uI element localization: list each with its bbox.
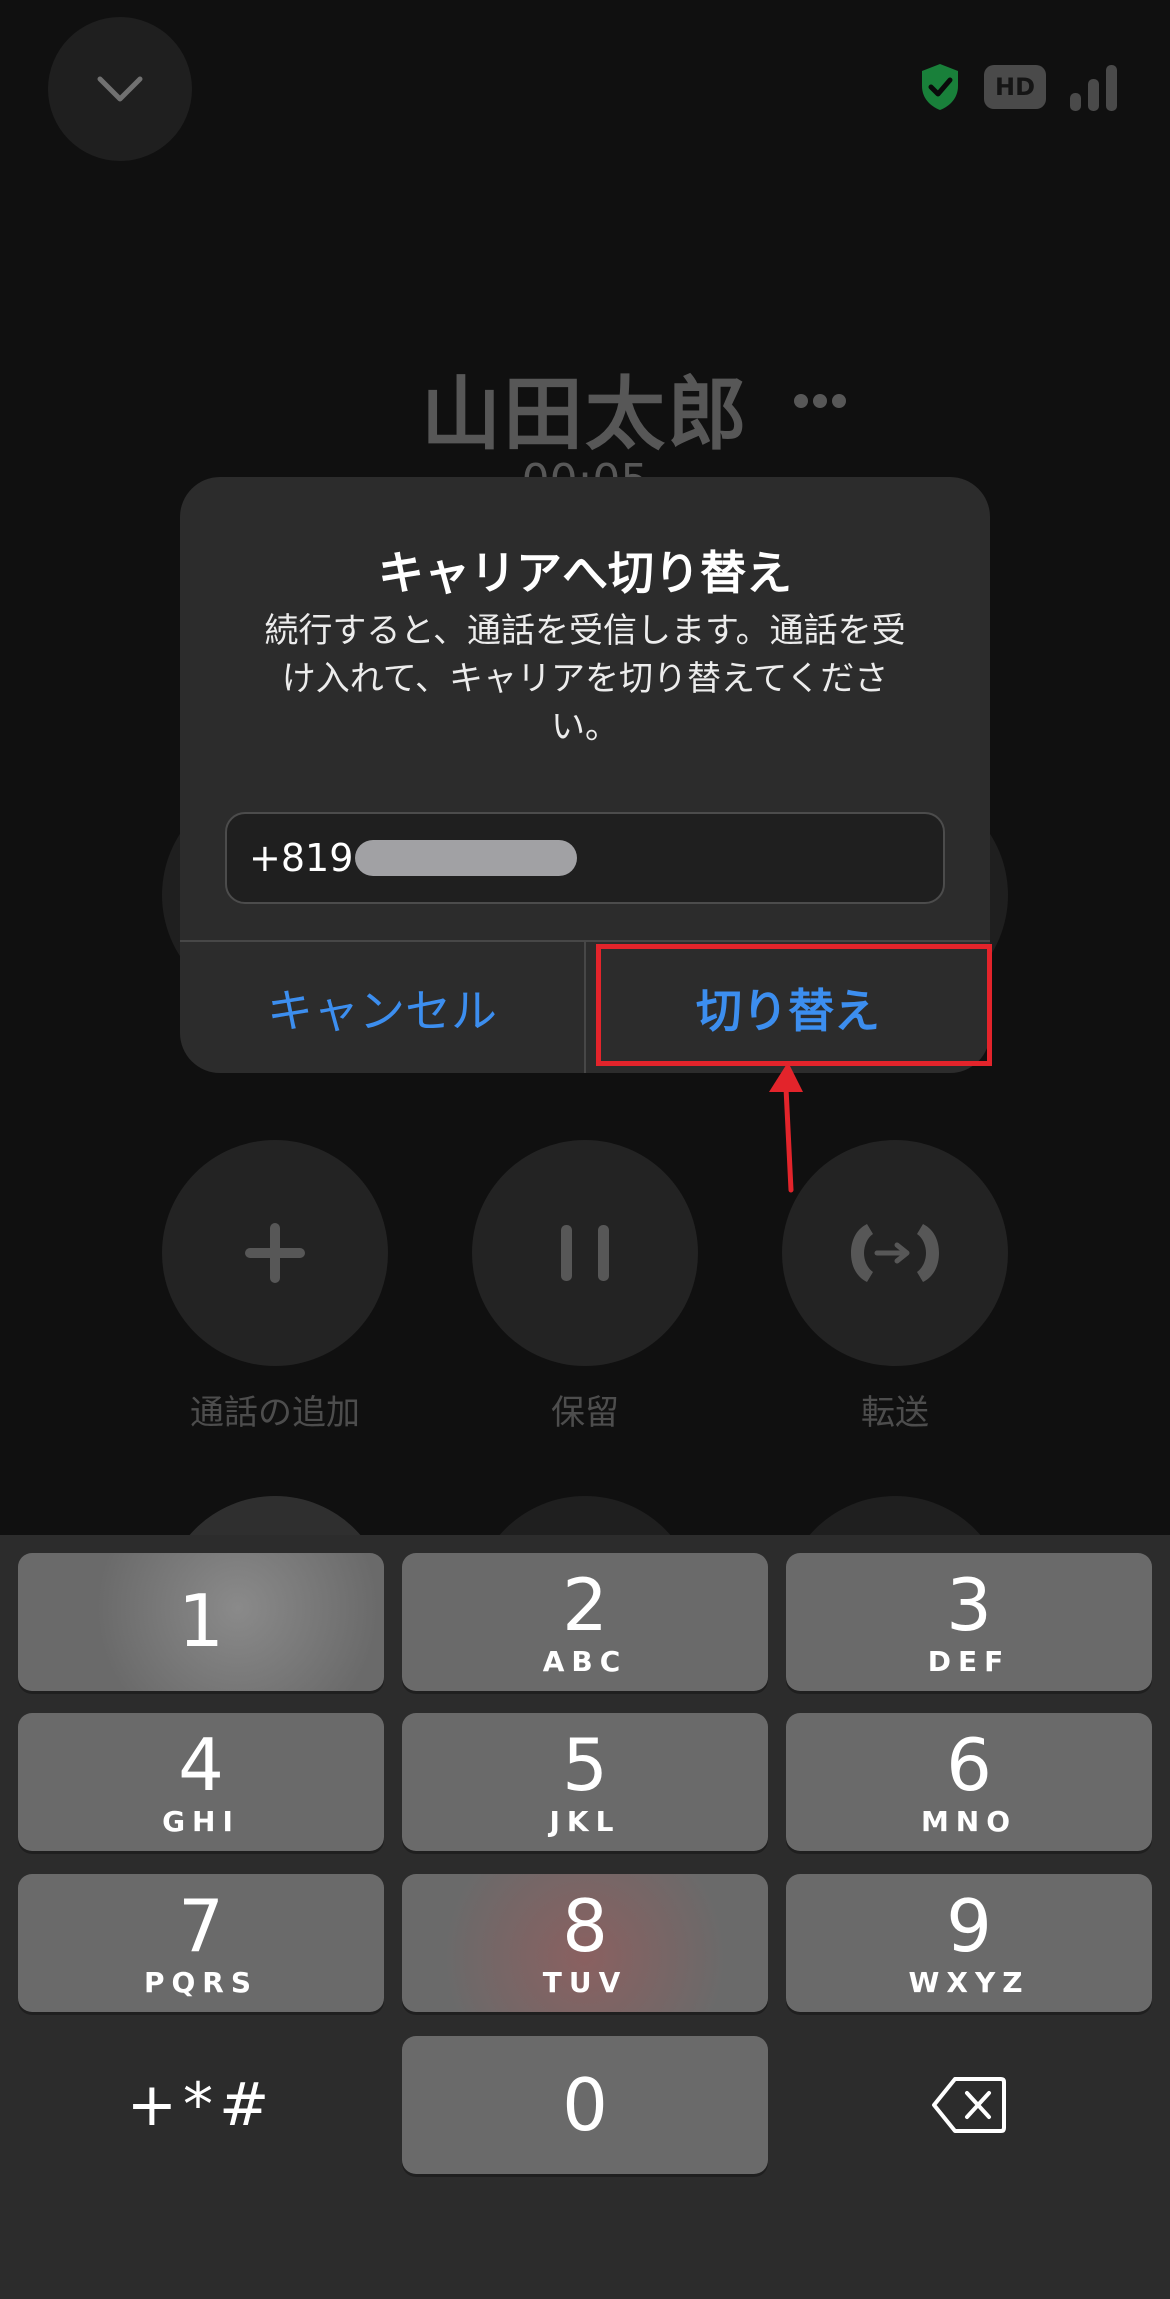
key-1[interactable]: 1 (18, 1553, 384, 1691)
symbols-key[interactable]: +*# (18, 2036, 384, 2174)
key-9[interactable]: 9 WXYZ (786, 1874, 1152, 2012)
key-letters: ABC (542, 1644, 628, 1678)
key-letters: JKL (549, 1804, 621, 1838)
key-5[interactable]: 5 JKL (402, 1713, 768, 1851)
key-digit: 4 (178, 1722, 224, 1807)
phone-number-field[interactable]: +819 (225, 812, 945, 904)
key-letters: GHI (162, 1804, 240, 1838)
key-3[interactable]: 3 DEF (786, 1553, 1152, 1691)
key-digit: 6 (946, 1722, 992, 1807)
key-digit: 8 (562, 1883, 608, 1968)
dialog-message: 続行すると、通話を受信します。通話を受け入れて、キャリアを切り替えてください。 (264, 611, 906, 747)
backspace-icon (932, 2077, 1006, 2133)
key-digit: 1 (178, 1579, 224, 1663)
highlight-box (596, 944, 992, 1066)
key-2[interactable]: 2 ABC (402, 1553, 768, 1691)
key-letters: TUV (542, 1965, 628, 1999)
key-digit: 2 (562, 1562, 608, 1647)
key-0[interactable]: 0 (402, 2036, 768, 2174)
dialog-title: キャリアへ切り替え (378, 546, 792, 600)
key-letters: WXYZ (908, 1965, 1030, 1999)
key-7[interactable]: 7 PQRS (18, 1874, 384, 2012)
key-4[interactable]: 4 GHI (18, 1713, 384, 1851)
phone-number-value: +819 (249, 836, 354, 880)
key-digit: 0 (562, 2063, 608, 2147)
annotation-arrow (769, 1062, 803, 1193)
cancel-button[interactable]: キャンセル (180, 942, 586, 1073)
key-8[interactable]: 8 TUV (402, 1874, 768, 2012)
delete-button[interactable] (786, 2036, 1152, 2174)
key-digit: 9 (946, 1883, 992, 1968)
key-6[interactable]: 6 MNO (786, 1713, 1152, 1851)
key-digit: 3 (946, 1562, 992, 1647)
key-digit: 5 (562, 1722, 608, 1807)
key-digit: 7 (178, 1883, 224, 1968)
key-letters: DEF (927, 1644, 1011, 1678)
redacted-number (355, 840, 578, 876)
key-letters: MNO (920, 1804, 1018, 1838)
key-letters: PQRS (143, 1965, 259, 1999)
